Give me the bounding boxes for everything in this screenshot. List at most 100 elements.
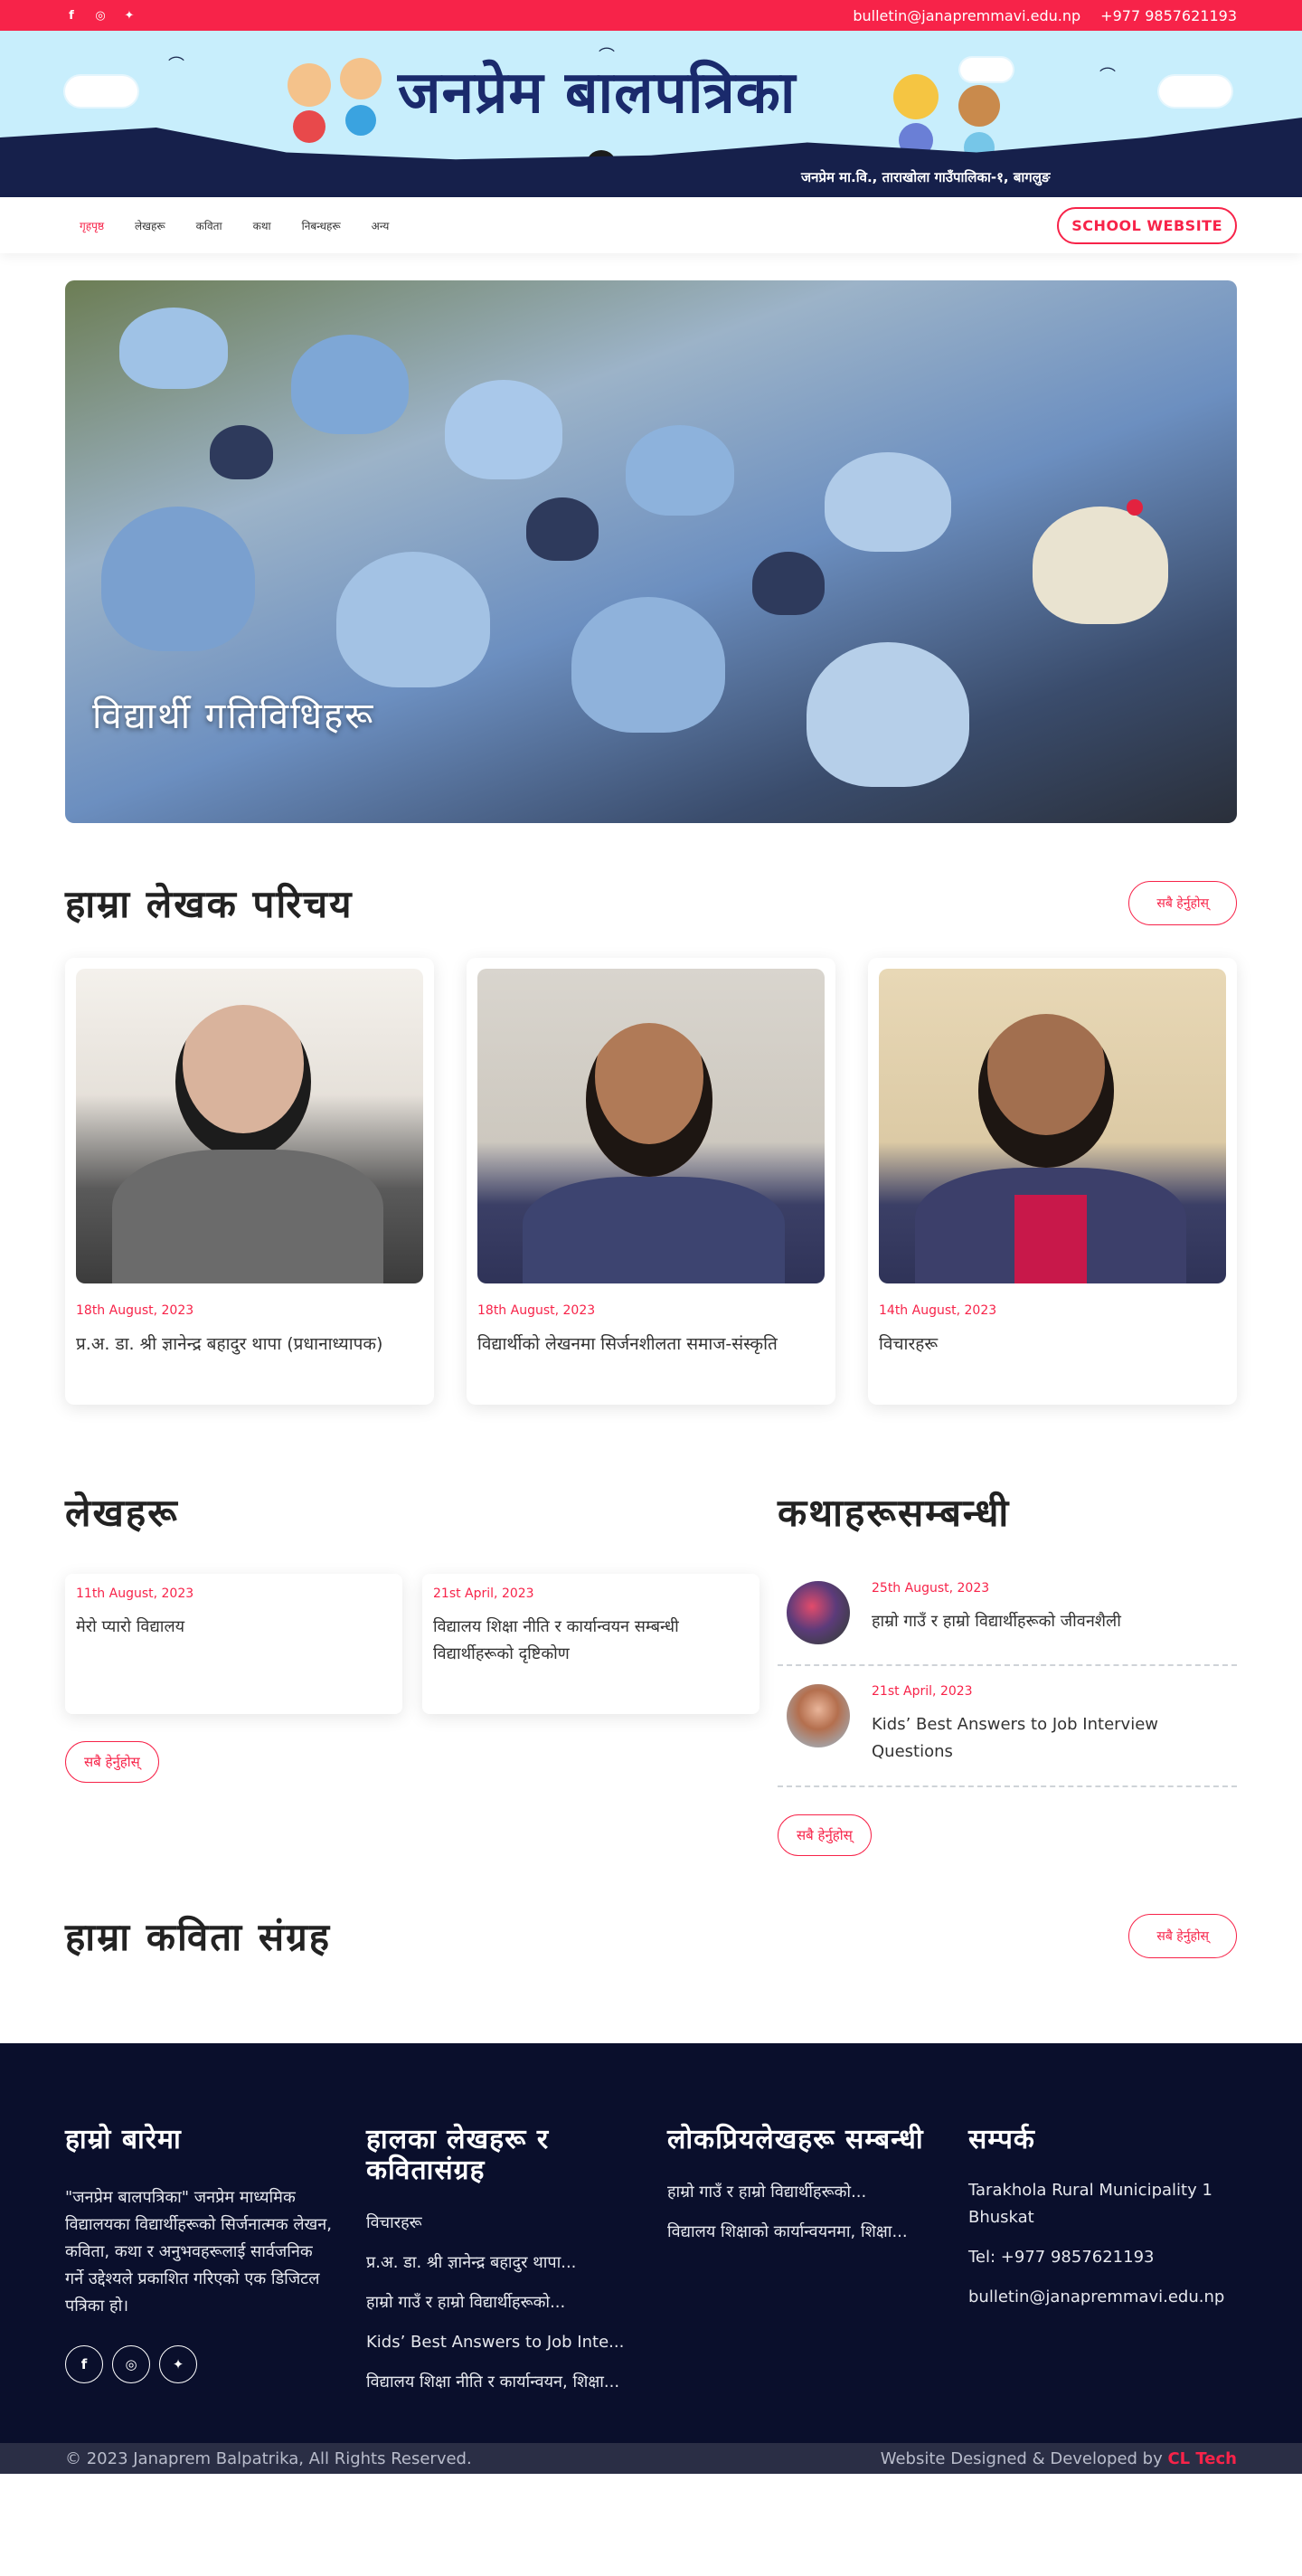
list-item[interactable]: 25th August, 2023 हाम्रो गाउँ र हाम्रो व…: [778, 1563, 1237, 1666]
card-date: 11th August, 2023: [76, 1586, 194, 1601]
nav-item-poems[interactable]: कविता: [196, 218, 222, 233]
list-item[interactable]: 21st April, 2023 Kids’ Best Answers to J…: [778, 1666, 1237, 1787]
card-title[interactable]: विद्यालय शिक्षा नीति र कार्यान्वयन सम्बन…: [433, 1614, 749, 1668]
article-card[interactable]: 21st April, 2023 विद्यालय शिक्षा नीति र …: [422, 1574, 760, 1714]
item-date: 21st April, 2023: [872, 1684, 973, 1699]
banner-subtitle: जनप्रेम मा.वि., ताराखोला गाउँपालिका-१, ब…: [801, 169, 1051, 185]
article-card[interactable]: 11th August, 2023 मेरो प्यारो विद्यालय: [65, 1574, 402, 1714]
twitter-icon[interactable]: ✦: [123, 9, 136, 23]
story-thumbnail: [787, 1684, 850, 1747]
nav-item-articles[interactable]: लेखहरू: [135, 218, 165, 233]
footer-recent-links: विचारहरू प्र.अ. डा. श्री ज्ञानेन्द्र बहा…: [366, 2210, 635, 2396]
footer-link[interactable]: हाम्रो गाउँ र हाम्रो विद्यार्थीहरूको...: [667, 2179, 936, 2206]
bird-icon: ⌒: [168, 56, 184, 75]
articles-cards: 11th August, 2023 मेरो प्यारो विद्यालय 2…: [65, 1574, 760, 1714]
top-social-links: f ◎ ✦: [65, 9, 136, 23]
footer-link[interactable]: विचारहरू: [366, 2210, 635, 2237]
footer-link[interactable]: विद्यालय शिक्षाको कार्यान्वयनमा, शिक्षा.…: [667, 2219, 936, 2246]
item-date: 25th August, 2023: [872, 1581, 990, 1596]
footer-tel[interactable]: Tel: +977 9857621193: [968, 2244, 1237, 2271]
featured-cards: 18th August, 2023 प्र.अ. डा. श्री ज्ञाने…: [65, 958, 1237, 1405]
kids-illustration: [288, 63, 331, 107]
footer-contact: सम्पर्क Tarakhola Rural Municipality 1 B…: [968, 2125, 1237, 2396]
articles-heading: लेखहरू: [65, 1491, 179, 1535]
nav-menu: गृहपृष्ठ लेखहरू कविता कथा निबन्धहरू अन्य: [65, 218, 389, 233]
story-thumbnail: [787, 1581, 850, 1644]
card-title[interactable]: विद्यार्थीको लेखनमा सिर्जनशीलता समाज-संस…: [477, 1331, 825, 1385]
instagram-icon[interactable]: ◎: [94, 9, 107, 23]
facebook-icon[interactable]: f: [65, 2345, 103, 2383]
kids-illustration: [340, 58, 382, 99]
site-footer: हाम्रो बारेमा "जनप्रेम बालपत्रिका" जनप्र…: [0, 2043, 1302, 2474]
cloud-decoration: [960, 58, 1013, 81]
top-phone-link[interactable]: +977 9857621193: [1100, 7, 1237, 24]
footer-link[interactable]: प्र.अ. डा. श्री ज्ञानेन्द्र बहादुर थापा.…: [366, 2249, 635, 2277]
top-bar: f ◎ ✦ bulletin@janapremmavi.edu.np +977 …: [0, 0, 1302, 31]
slider-indicator[interactable]: [1127, 499, 1143, 516]
stories-view-all-button[interactable]: सबै हेर्नुहोस्: [778, 1814, 872, 1856]
copyright-text: © 2023 Janaprem Balpatrika, All Rights R…: [65, 2448, 472, 2468]
credit-prefix: Website Designed & Developed by: [880, 2448, 1168, 2468]
hero-slider[interactable]: विद्यार्थी गतिविधिहरू: [65, 280, 1237, 823]
author-photo: [879, 969, 1226, 1283]
item-title[interactable]: हाम्रो गाउँ र हाम्रो विद्यार्थीहरूको जीव…: [872, 1608, 1121, 1635]
top-email-link[interactable]: bulletin@janapremmavi.edu.np: [853, 7, 1080, 24]
footer-link[interactable]: विद्यालय शिक्षा नीति र कार्यान्वयन, शिक्…: [366, 2369, 635, 2396]
cloud-decoration: [65, 76, 137, 107]
nav-item-essays[interactable]: निबन्धहरू: [302, 218, 341, 233]
featured-card[interactable]: 18th August, 2023 विद्यार्थीको लेखनमा सि…: [467, 958, 835, 1405]
developer-link[interactable]: CL Tech: [1167, 2449, 1237, 2468]
kids-illustration: [958, 85, 1000, 127]
featured-view-all-button[interactable]: सबै हेर्नुहोस्: [1128, 881, 1237, 925]
cloud-decoration: [1159, 76, 1231, 107]
footer-link[interactable]: हाम्रो गाउँ र हाम्रो विद्यार्थीहरूको...: [366, 2289, 635, 2316]
twitter-icon[interactable]: ✦: [159, 2345, 197, 2383]
stories-list: 25th August, 2023 हाम्रो गाउँ र हाम्रो व…: [778, 1563, 1237, 1787]
articles-column: लेखहरू 11th August, 2023 मेरो प्यारो विद…: [65, 1486, 760, 1856]
featured-header: हाम्रा लेखक परिचय सबै हेर्नुहोस्: [65, 877, 1237, 929]
footer-contact-heading: सम्पर्क: [968, 2124, 1035, 2155]
featured-card[interactable]: 18th August, 2023 प्र.अ. डा. श्री ज्ञाने…: [65, 958, 434, 1405]
poems-view-all-button[interactable]: सबै हेर्नुहोस्: [1128, 1914, 1237, 1958]
nav-item-stories[interactable]: कथा: [253, 218, 271, 233]
facebook-icon[interactable]: f: [65, 9, 78, 23]
author-photo: [477, 969, 825, 1283]
footer-recent-heading: हालका लेखहरू र कवितासंग्रह: [366, 2124, 550, 2186]
instagram-icon[interactable]: ◎: [112, 2345, 150, 2383]
card-date: 21st April, 2023: [433, 1586, 534, 1601]
footer-link[interactable]: Kids’ Best Answers to Job Inte...: [366, 2329, 635, 2356]
card-title[interactable]: प्र.अ. डा. श्री ज्ञानेन्द्र बहादुर थापा …: [76, 1331, 423, 1385]
footer-columns: हाम्रो बारेमा "जनप्रेम बालपत्रिका" जनप्र…: [65, 2125, 1237, 2396]
footer-recent: हालका लेखहरू र कवितासंग्रह विचारहरू प्र.…: [366, 2125, 635, 2396]
stories-column: कथाहरूसम्बन्धी 25th August, 2023 हाम्रो …: [778, 1486, 1237, 1856]
footer-about-heading: हाम्रो बारेमा: [65, 2124, 182, 2155]
author-photo: [76, 969, 423, 1283]
school-website-button[interactable]: SCHOOL WEBSITE: [1057, 206, 1237, 244]
footer-social-links: f ◎ ✦: [65, 2345, 334, 2383]
site-banner[interactable]: ⌒ ⌒ ⌒ जनप्रेम बालपत्रिका जनप्रेम मा.वि.,…: [0, 31, 1302, 197]
footer-about: हाम्रो बारेमा "जनप्रेम बालपत्रिका" जनप्र…: [65, 2125, 334, 2396]
poems-heading: हाम्रा कविता संग्रह: [65, 1915, 332, 1959]
featured-card[interactable]: 14th August, 2023 विचारहरू: [868, 958, 1237, 1405]
stories-heading: कथाहरूसम्बन्धी: [778, 1491, 1011, 1535]
card-date: 18th August, 2023: [76, 1303, 194, 1318]
articles-view-all-button[interactable]: सबै हेर्नुहोस्: [65, 1741, 159, 1783]
footer-about-text: "जनप्रेम बालपत्रिका" जनप्रेम माध्यमिक वि…: [65, 2188, 332, 2316]
poems-header: हाम्रा कविता संग्रह सबै हेर्नुहोस्: [65, 1910, 1237, 1962]
top-contact: bulletin@janapremmavi.edu.np +977 985762…: [853, 7, 1237, 24]
footer-popular-heading: लोकप्रियलेखहरू सम्बन्धी: [667, 2124, 924, 2155]
footer-popular-links: हाम्रो गाउँ र हाम्रो विद्यार्थीहरूको... …: [667, 2179, 936, 2246]
kids-illustration: [893, 74, 939, 119]
bird-icon: ⌒: [1099, 67, 1116, 86]
footer-email[interactable]: bulletin@janapremmavi.edu.np: [968, 2284, 1237, 2311]
main-nav: गृहपृष्ठ लेखहरू कविता कथा निबन्धहरू अन्य…: [0, 197, 1302, 253]
card-title[interactable]: विचारहरू: [879, 1331, 1226, 1385]
footer-popular: लोकप्रियलेखहरू सम्बन्धी हाम्रो गाउँ र हा…: [667, 2125, 936, 2396]
card-title[interactable]: मेरो प्यारो विद्यालय: [76, 1614, 392, 1641]
articles-stories-section: लेखहरू 11th August, 2023 मेरो प्यारो विद…: [65, 1486, 1237, 1856]
hero-title: विद्यार्थी गतिविधिहरू: [92, 696, 375, 737]
nav-item-others[interactable]: अन्य: [372, 218, 390, 233]
nav-item-home[interactable]: गृहपृष्ठ: [80, 218, 104, 233]
card-date: 18th August, 2023: [477, 1303, 596, 1318]
item-title[interactable]: Kids’ Best Answers to Job Interview Ques…: [872, 1711, 1228, 1766]
